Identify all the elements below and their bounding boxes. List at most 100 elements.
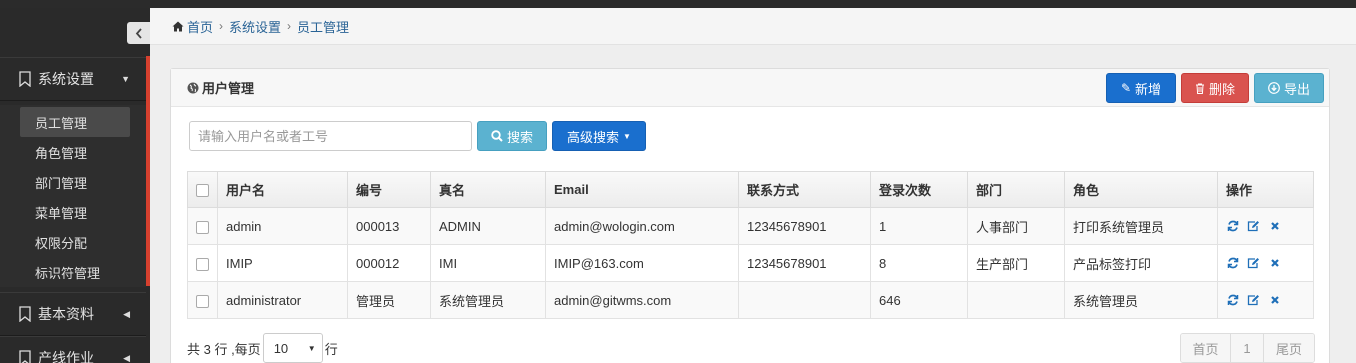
column-header-username[interactable]: 用户名 bbox=[217, 171, 348, 208]
sidebar-group-system-settings[interactable]: 系统设置 ▼ bbox=[0, 57, 146, 101]
page-size-select[interactable]: 10 ▼ bbox=[262, 333, 323, 363]
refresh-icon[interactable] bbox=[1226, 294, 1239, 307]
add-button-label: 新增 bbox=[1135, 81, 1162, 97]
table-row[interactable]: admin 000013 ADMIN admin@wologin.com 1234567… bbox=[187, 207, 1314, 245]
rows-suffix-text: 行 bbox=[324, 341, 338, 357]
sidebar-item-label: 角色管理 bbox=[35, 145, 88, 161]
row-checkbox[interactable] bbox=[196, 257, 209, 271]
column-header-email[interactable]: Email bbox=[545, 171, 739, 208]
pager-current[interactable]: 1 bbox=[1231, 334, 1264, 362]
add-button[interactable]: ✎ 新增 bbox=[1106, 73, 1176, 103]
breadcrumb-system-settings[interactable]: 系统设置 bbox=[229, 17, 281, 36]
caret-left-icon: ◀ bbox=[123, 352, 130, 363]
cell-id: 000013 bbox=[347, 207, 431, 245]
column-header-realname[interactable]: 真名 bbox=[430, 171, 546, 208]
select-all-checkbox[interactable] bbox=[196, 184, 209, 198]
export-button-label: 导出 bbox=[1283, 81, 1310, 97]
search-input[interactable] bbox=[189, 121, 472, 151]
chevron-right-icon: › bbox=[287, 19, 292, 33]
user-management-panel: 用户管理 ✎ 新增 删除 导出 搜索 高级搜索 ▼ bbox=[170, 68, 1330, 363]
advanced-search-label: 高级搜索 bbox=[567, 129, 620, 145]
bookmark-icon bbox=[19, 306, 31, 322]
pager-first[interactable]: 首页 bbox=[1181, 334, 1231, 362]
delete-button-label: 删除 bbox=[1208, 81, 1235, 97]
caret-down-icon: ▼ bbox=[121, 74, 130, 84]
breadcrumb-employee-management[interactable]: 员工管理 bbox=[297, 17, 349, 36]
edit-icon[interactable] bbox=[1247, 257, 1260, 270]
sidebar-group-label: 产线作业 bbox=[38, 350, 94, 363]
row-select-cell bbox=[187, 244, 218, 282]
cell-contact: 12345678901 bbox=[738, 244, 871, 282]
edit-icon[interactable] bbox=[1247, 294, 1260, 307]
cell-realname: IMI bbox=[430, 244, 546, 282]
sidebar-item-identifier-management[interactable]: 标识符管理 bbox=[0, 257, 146, 287]
user-table: 用户名 编号 真名 Email 联系方式 登录次数 部门 角色 操作 admin… bbox=[187, 171, 1314, 319]
cell-username: admin bbox=[217, 207, 348, 245]
column-header-actions: 操作 bbox=[1217, 171, 1314, 208]
advanced-search-button[interactable]: 高级搜索 ▼ bbox=[552, 121, 646, 151]
bookmark-icon bbox=[19, 71, 31, 87]
search-button-label: 搜索 bbox=[506, 129, 533, 145]
sidebar-item-menu-management[interactable]: 菜单管理 bbox=[0, 197, 146, 227]
page-size-value: 10 bbox=[273, 340, 289, 356]
sidebar-item-employee-management[interactable]: 员工管理 bbox=[20, 107, 130, 137]
close-icon[interactable] bbox=[1268, 294, 1281, 307]
close-icon[interactable] bbox=[1268, 257, 1281, 270]
sidebar-item-label: 标识符管理 bbox=[35, 265, 101, 281]
refresh-icon[interactable] bbox=[1226, 220, 1239, 233]
column-header-contact[interactable]: 联系方式 bbox=[738, 171, 871, 208]
refresh-icon[interactable] bbox=[1226, 257, 1239, 270]
row-checkbox[interactable] bbox=[196, 220, 209, 234]
chevron-right-icon: › bbox=[219, 19, 224, 33]
table-row[interactable]: administrator 管理员 系统管理员 admin@gitwms.com 646… bbox=[187, 281, 1314, 319]
cell-email: admin@gitwms.com bbox=[545, 281, 739, 319]
cell-department: 人事部门 bbox=[967, 207, 1065, 245]
breadcrumb-home[interactable]: 首页 bbox=[187, 17, 213, 36]
cell-email: IMIP@163.com bbox=[545, 244, 739, 282]
column-header-id[interactable]: 编号 bbox=[347, 171, 431, 208]
sidebar-collapse-button[interactable] bbox=[127, 22, 150, 44]
column-header-role[interactable]: 角色 bbox=[1064, 171, 1218, 208]
cell-role: 打印系统管理员 bbox=[1064, 207, 1218, 245]
cell-contact bbox=[738, 281, 871, 319]
pagination: 首页 1 尾页 bbox=[1180, 333, 1315, 363]
download-icon bbox=[1268, 82, 1280, 94]
caret-left-icon: ◀ bbox=[123, 308, 130, 319]
delete-button[interactable]: 删除 bbox=[1181, 73, 1249, 103]
cell-username: administrator bbox=[217, 281, 348, 319]
panel-actions: ✎ 新增 删除 导出 bbox=[1106, 73, 1324, 103]
submenu-system-settings: 员工管理 角色管理 部门管理 菜单管理 权限分配 标识符管理 bbox=[0, 105, 146, 287]
breadcrumb: 首页 › 系统设置 › 员工管理 bbox=[150, 8, 1356, 45]
select-all-cell bbox=[187, 171, 218, 208]
pencil-icon: ✎ bbox=[1120, 81, 1132, 95]
main-content: 首页 › 系统设置 › 员工管理 用户管理 ✎ 新增 删除 导出 请输入用户名或… bbox=[150, 8, 1356, 363]
sidebar-item-role-management[interactable]: 角色管理 bbox=[0, 137, 146, 167]
search-button[interactable]: 搜索 bbox=[477, 121, 547, 151]
home-icon bbox=[172, 21, 184, 31]
table-row[interactable]: IMIP 000012 IMI IMIP@163.com 12345678901 8 生产部… bbox=[187, 244, 1314, 282]
export-button[interactable]: 导出 bbox=[1254, 73, 1324, 103]
cell-id: 管理员 bbox=[347, 281, 431, 319]
cell-department: 生产部门 bbox=[967, 244, 1065, 282]
edit-icon[interactable] bbox=[1247, 220, 1260, 233]
close-icon[interactable] bbox=[1268, 220, 1281, 233]
bookmark-icon bbox=[19, 350, 31, 363]
cell-username: IMIP bbox=[217, 244, 348, 282]
total-rows-text: 共 3 行 ,每页 bbox=[187, 341, 261, 357]
sidebar-group-label: 基本资料 bbox=[38, 306, 94, 322]
sidebar-item-permission-assignment[interactable]: 权限分配 bbox=[0, 227, 146, 257]
sidebar-group-label: 系统设置 bbox=[38, 71, 94, 87]
sidebar-group-production-line[interactable]: 产线作业 ◀ bbox=[0, 336, 146, 363]
column-header-login-count[interactable]: 登录次数 bbox=[870, 171, 968, 208]
cell-role: 产品标签打印 bbox=[1064, 244, 1218, 282]
row-select-cell bbox=[187, 207, 218, 245]
cell-id: 000012 bbox=[347, 244, 431, 282]
chevron-left-icon bbox=[135, 27, 142, 39]
sidebar-item-department-management[interactable]: 部门管理 bbox=[0, 167, 146, 197]
caret-down-icon: ▼ bbox=[623, 131, 631, 141]
cell-realname: ADMIN bbox=[430, 207, 546, 245]
column-header-department[interactable]: 部门 bbox=[967, 171, 1065, 208]
row-checkbox[interactable] bbox=[196, 294, 209, 308]
sidebar-group-basic-data[interactable]: 基本资料 ◀ bbox=[0, 292, 146, 336]
pager-last[interactable]: 尾页 bbox=[1264, 334, 1314, 362]
